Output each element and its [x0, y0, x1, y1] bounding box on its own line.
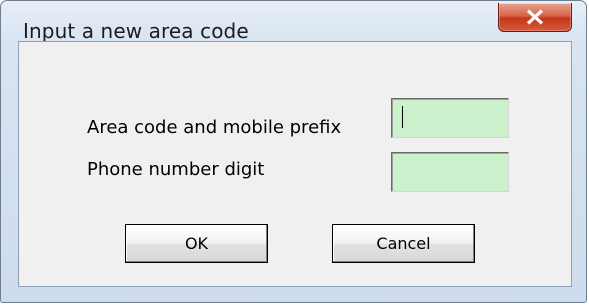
area-code-input[interactable]	[391, 98, 509, 138]
close-button[interactable]	[498, 3, 572, 32]
text-caret	[402, 106, 403, 128]
window-title: Input a new area code	[23, 19, 249, 43]
phone-digit-input[interactable]	[391, 152, 509, 192]
close-icon	[526, 9, 544, 25]
cancel-button[interactable]: Cancel	[332, 224, 475, 263]
area-code-label: Area code and mobile prefix	[87, 117, 342, 138]
ok-button[interactable]: OK	[125, 224, 268, 263]
dialog-window: Input a new area code Area code and mobi…	[0, 0, 587, 303]
title-bar[interactable]: Input a new area code	[1, 1, 586, 43]
dialog-client-area: Area code and mobile prefix Phone number…	[18, 41, 572, 287]
phone-digit-label: Phone number digit	[87, 159, 265, 180]
